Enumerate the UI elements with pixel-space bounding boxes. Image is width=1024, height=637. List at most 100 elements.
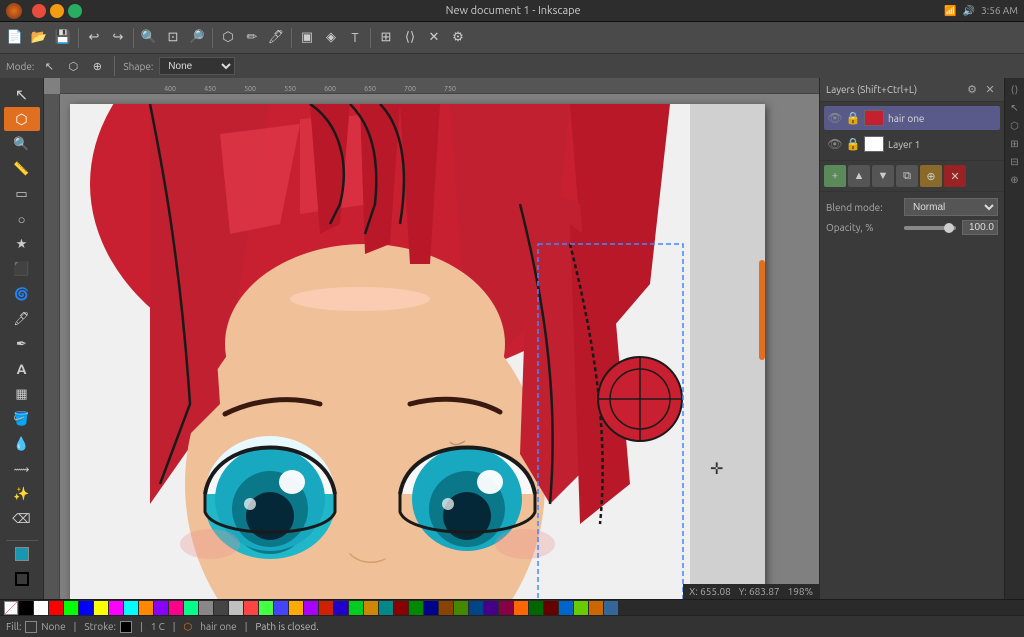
calligraphy-tool[interactable]: ✒ [4, 332, 40, 356]
palette-swatch[interactable] [319, 601, 333, 615]
palette-swatch[interactable] [199, 601, 213, 615]
fill-icon[interactable]: ▣ [296, 27, 318, 49]
close-button[interactable] [32, 4, 46, 18]
rsi-node[interactable]: ⬡ [1007, 118, 1023, 134]
palette-swatch[interactable] [589, 601, 603, 615]
palette-swatch[interactable] [109, 601, 123, 615]
move-layer-up-button[interactable]: ▲ [848, 165, 870, 187]
zoom-in-icon[interactable]: 🔍 [138, 27, 160, 49]
palette-swatch[interactable] [289, 601, 303, 615]
blend-mode-select[interactable]: Normal Multiply Screen Overlay [904, 198, 998, 216]
rsi-xml[interactable]: ⟨⟩ [1007, 82, 1023, 98]
spray-tool[interactable]: ✨ [4, 482, 40, 506]
palette-swatch[interactable] [49, 601, 63, 615]
palette-swatch[interactable] [184, 601, 198, 615]
new-icon[interactable]: 📄 [4, 27, 26, 49]
pen-tool[interactable]: 🖊 [4, 307, 40, 331]
zoom-fit-icon[interactable]: ⊡ [162, 27, 184, 49]
minimize-button[interactable] [50, 4, 64, 18]
palette-swatch[interactable] [154, 601, 168, 615]
shape-select[interactable]: None Circle Rectangle [159, 57, 235, 75]
palette-swatch[interactable] [499, 601, 513, 615]
text-tool[interactable]: A [4, 357, 40, 381]
undo-icon[interactable]: ↩ [83, 27, 105, 49]
select-tool[interactable]: ↖ [4, 82, 40, 106]
node-tool-icon[interactable]: ⬡ [217, 27, 239, 49]
palette-swatch[interactable] [334, 601, 348, 615]
stroke-swatch[interactable] [120, 621, 132, 633]
connector-tool[interactable]: ⟿ [4, 457, 40, 481]
palette-swatch[interactable] [559, 601, 573, 615]
palette-swatch[interactable] [349, 601, 363, 615]
palette-swatch[interactable] [484, 601, 498, 615]
mode-node-tool[interactable]: ⬡ [64, 57, 82, 75]
mode-arrow-tool[interactable]: ↖ [40, 57, 58, 75]
transparent-swatch[interactable] [4, 601, 18, 615]
palette-swatch[interactable] [214, 601, 228, 615]
palette-swatch[interactable] [274, 601, 288, 615]
rsi-layers[interactable]: ⊞ [1007, 136, 1023, 152]
text-icon[interactable]: T [344, 27, 366, 49]
spiral-tool[interactable]: 🌀 [4, 282, 40, 306]
maximize-button[interactable] [68, 4, 82, 18]
merge-layer-button[interactable]: ⊕ [920, 165, 942, 187]
rsi-cursor[interactable]: ↖ [1007, 100, 1023, 116]
palette-swatch[interactable] [574, 601, 588, 615]
add-layer-button[interactable]: + [824, 165, 846, 187]
layer-visibility-hair[interactable]: 👁 [828, 111, 842, 125]
paint-bucket-tool[interactable]: 🪣 [4, 407, 40, 431]
align-icon[interactable]: ⊞ [375, 27, 397, 49]
pen-icon[interactable]: ✏ [241, 27, 263, 49]
palette-swatch[interactable] [34, 601, 48, 615]
zoom-tool[interactable]: 🔍 [4, 132, 40, 156]
fill-swatch[interactable] [25, 621, 37, 633]
color-fill-swatch[interactable] [4, 542, 40, 566]
palette-swatch[interactable] [304, 601, 318, 615]
zoom-out-icon[interactable]: 🔎 [186, 27, 208, 49]
palette-swatch[interactable] [94, 601, 108, 615]
palette-swatch[interactable] [514, 601, 528, 615]
opacity-slider[interactable] [904, 226, 956, 230]
layer-lock-layer1[interactable]: 🔒 [846, 137, 860, 151]
palette-swatch[interactable] [124, 601, 138, 615]
canvas-area[interactable]: 400 450 500 550 600 650 700 750 [44, 78, 819, 599]
gradient-tool[interactable]: ▦ [4, 382, 40, 406]
palette-swatch[interactable] [409, 601, 423, 615]
duplicate-layer-button[interactable]: ⧉ [896, 165, 918, 187]
3d-box-tool[interactable]: ⬛ [4, 257, 40, 281]
palette-swatch[interactable] [424, 601, 438, 615]
palette-swatch[interactable] [244, 601, 258, 615]
calligraphy-icon[interactable]: 🖊 [265, 27, 287, 49]
rsi-grid[interactable]: ⊟ [1007, 154, 1023, 170]
open-icon[interactable]: 📂 [28, 27, 50, 49]
settings-icon[interactable]: ⚙ [447, 27, 469, 49]
layer-visibility-layer1[interactable]: 👁 [828, 137, 842, 151]
opacity-value-input[interactable] [962, 220, 998, 235]
layer-item-layer1[interactable]: 👁 🔒 Layer 1 [824, 132, 1000, 156]
eraser-tool[interactable]: ⌫ [4, 507, 40, 531]
xml-icon[interactable]: ⟨⟩ [399, 27, 421, 49]
palette-swatch[interactable] [19, 601, 33, 615]
palette-swatch[interactable] [139, 601, 153, 615]
palette-swatch[interactable] [229, 601, 243, 615]
layers-panel-settings[interactable]: ⚙ [964, 82, 980, 98]
close-x-icon[interactable]: ✕ [423, 27, 445, 49]
dropper-tool[interactable]: 💧 [4, 432, 40, 456]
layer-lock-hair[interactable]: 🔒 [846, 111, 860, 125]
save-icon[interactable]: 💾 [52, 27, 74, 49]
node-tool[interactable]: ⬡ [4, 107, 40, 131]
color-stroke-swatch[interactable] [4, 567, 40, 591]
star-tool[interactable]: ★ [4, 232, 40, 256]
palette-swatch[interactable] [439, 601, 453, 615]
rsi-snap[interactable]: ⊕ [1007, 172, 1023, 188]
palette-swatch[interactable] [169, 601, 183, 615]
scroll-indicator[interactable] [759, 260, 765, 360]
layers-panel-close[interactable]: ✕ [982, 82, 998, 98]
canvas-viewport[interactable]: ✛ [60, 94, 819, 599]
rectangle-tool[interactable]: ▭ [4, 182, 40, 206]
palette-swatch[interactable] [454, 601, 468, 615]
mode-other-tool[interactable]: ⊕ [88, 57, 106, 75]
palette-swatch[interactable] [604, 601, 618, 615]
palette-swatch[interactable] [79, 601, 93, 615]
move-layer-down-button[interactable]: ▼ [872, 165, 894, 187]
